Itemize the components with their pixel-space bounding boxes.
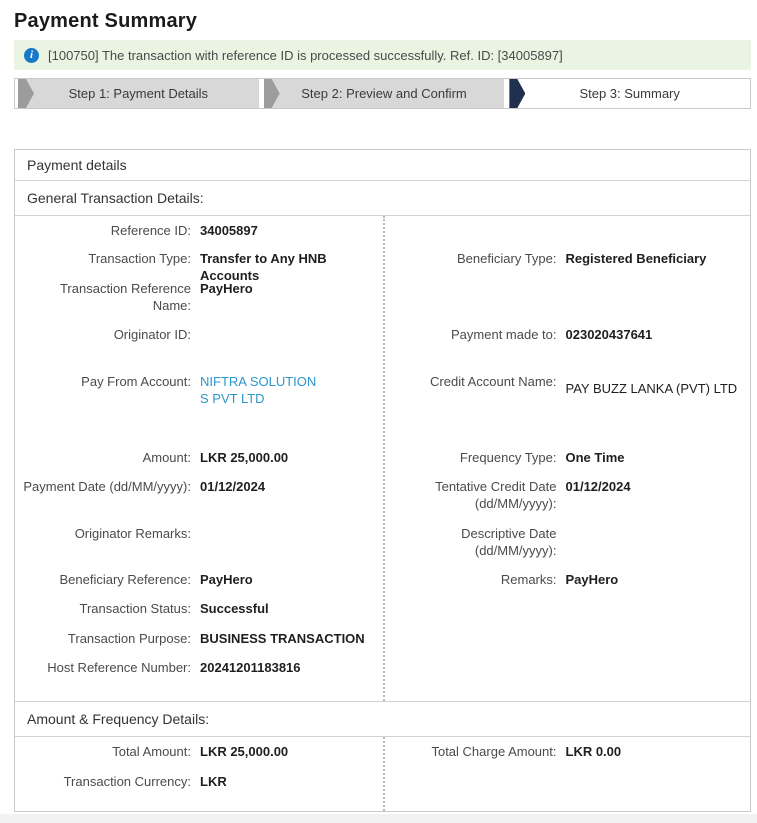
field-label: Originator ID:	[21, 326, 191, 343]
field-value: PayHero	[200, 280, 383, 297]
panel-header: Payment details	[15, 150, 750, 181]
field-value: One Time	[566, 449, 751, 466]
field-label: Frequency Type:	[387, 449, 557, 466]
general-section-body: Reference ID: 34005897 Transaction Type:…	[15, 216, 750, 701]
chevron-right-icon	[509, 79, 525, 108]
field-value: LKR	[200, 773, 383, 790]
field-label: Pay From Account:	[21, 373, 191, 390]
field-label: Payment made to:	[387, 326, 557, 343]
field-label: Tentative Credit Date (dd/MM/yyyy):	[387, 478, 557, 512]
field-label: Credit Account Name:	[387, 373, 557, 390]
field-label: Transaction Currency:	[21, 773, 191, 790]
field-label: Remarks:	[387, 571, 557, 588]
field-label: Total Charge Amount:	[387, 743, 557, 760]
step-label: Step 3: Summary	[579, 86, 679, 101]
tab-step-3-summary[interactable]: Step 3: Summary	[509, 79, 750, 108]
step-label: Step 1: Payment Details	[69, 86, 208, 101]
field-value: Registered Beneficiary	[566, 250, 751, 267]
field-value: 20241201183816	[200, 659, 383, 676]
field-label: Reference ID:	[21, 222, 191, 239]
general-section-header: General Transaction Details:	[15, 181, 750, 216]
page: Payment Summary i [100750] The transacti…	[0, 10, 757, 812]
field-label: Transaction Reference Name:	[21, 280, 191, 314]
field-value: 34005897	[200, 222, 383, 239]
field-value: Successful	[200, 600, 383, 617]
field-label: Transaction Purpose:	[21, 630, 191, 647]
chevron-right-icon	[264, 79, 280, 108]
info-icon: i	[24, 48, 39, 63]
field-label: Amount:	[21, 449, 191, 466]
field-value: 01/12/2024	[200, 478, 383, 495]
field-label: Descriptive Date (dd/MM/yyyy):	[387, 525, 557, 559]
chevron-right-icon	[18, 79, 34, 108]
field-value: PayHero	[566, 571, 751, 588]
tab-step-1-payment-details[interactable]: Step 1: Payment Details	[18, 79, 259, 108]
payment-details-panel: Payment details General Transaction Deta…	[14, 149, 751, 812]
field-value: LKR 0.00	[566, 743, 751, 760]
tab-step-2-preview-and-confirm[interactable]: Step 2: Preview and Confirm	[264, 79, 505, 108]
step-label: Step 2: Preview and Confirm	[301, 86, 466, 101]
success-alert: i [100750] The transaction with referenc…	[14, 40, 751, 70]
field-value: 01/12/2024	[566, 478, 751, 495]
page-title: Payment Summary	[14, 10, 751, 33]
dotted-column-divider	[383, 737, 385, 811]
field-value: LKR 25,000.00	[200, 449, 383, 466]
field-label: Transaction Type:	[21, 250, 191, 267]
dotted-column-divider	[383, 216, 385, 701]
amount-section-header: Amount & Frequency Details:	[15, 701, 750, 737]
field-value: LKR 25,000.00	[200, 743, 383, 760]
field-value: BUSINESS TRANSACTION	[200, 630, 383, 647]
field-label: Transaction Status:	[21, 600, 191, 617]
alert-text: [100750] The transaction with reference …	[48, 48, 563, 63]
field-value: PayHero	[200, 571, 383, 588]
field-value: Transfer to Any HNB Accounts	[200, 250, 383, 284]
field-label: Total Amount:	[21, 743, 191, 760]
field-label: Beneficiary Type:	[387, 250, 557, 267]
step-progress-bar: Step 1: Payment Details Step 2: Preview …	[14, 78, 751, 109]
field-label: Originator Remarks:	[21, 525, 191, 542]
pay-from-account-link[interactable]: NIFTRA SOLUTION S PVT LTD	[200, 373, 328, 407]
field-value: 023020437641	[566, 326, 751, 343]
field-value: PAY BUZZ LANKA (PVT) LTD	[566, 373, 751, 397]
amount-section-body: Total Amount: LKR 25,000.00 Total Charge…	[15, 737, 750, 811]
field-label: Beneficiary Reference:	[21, 571, 191, 588]
field-label: Payment Date (dd/MM/yyyy):	[21, 478, 191, 495]
field-label: Host Reference Number:	[21, 659, 191, 676]
